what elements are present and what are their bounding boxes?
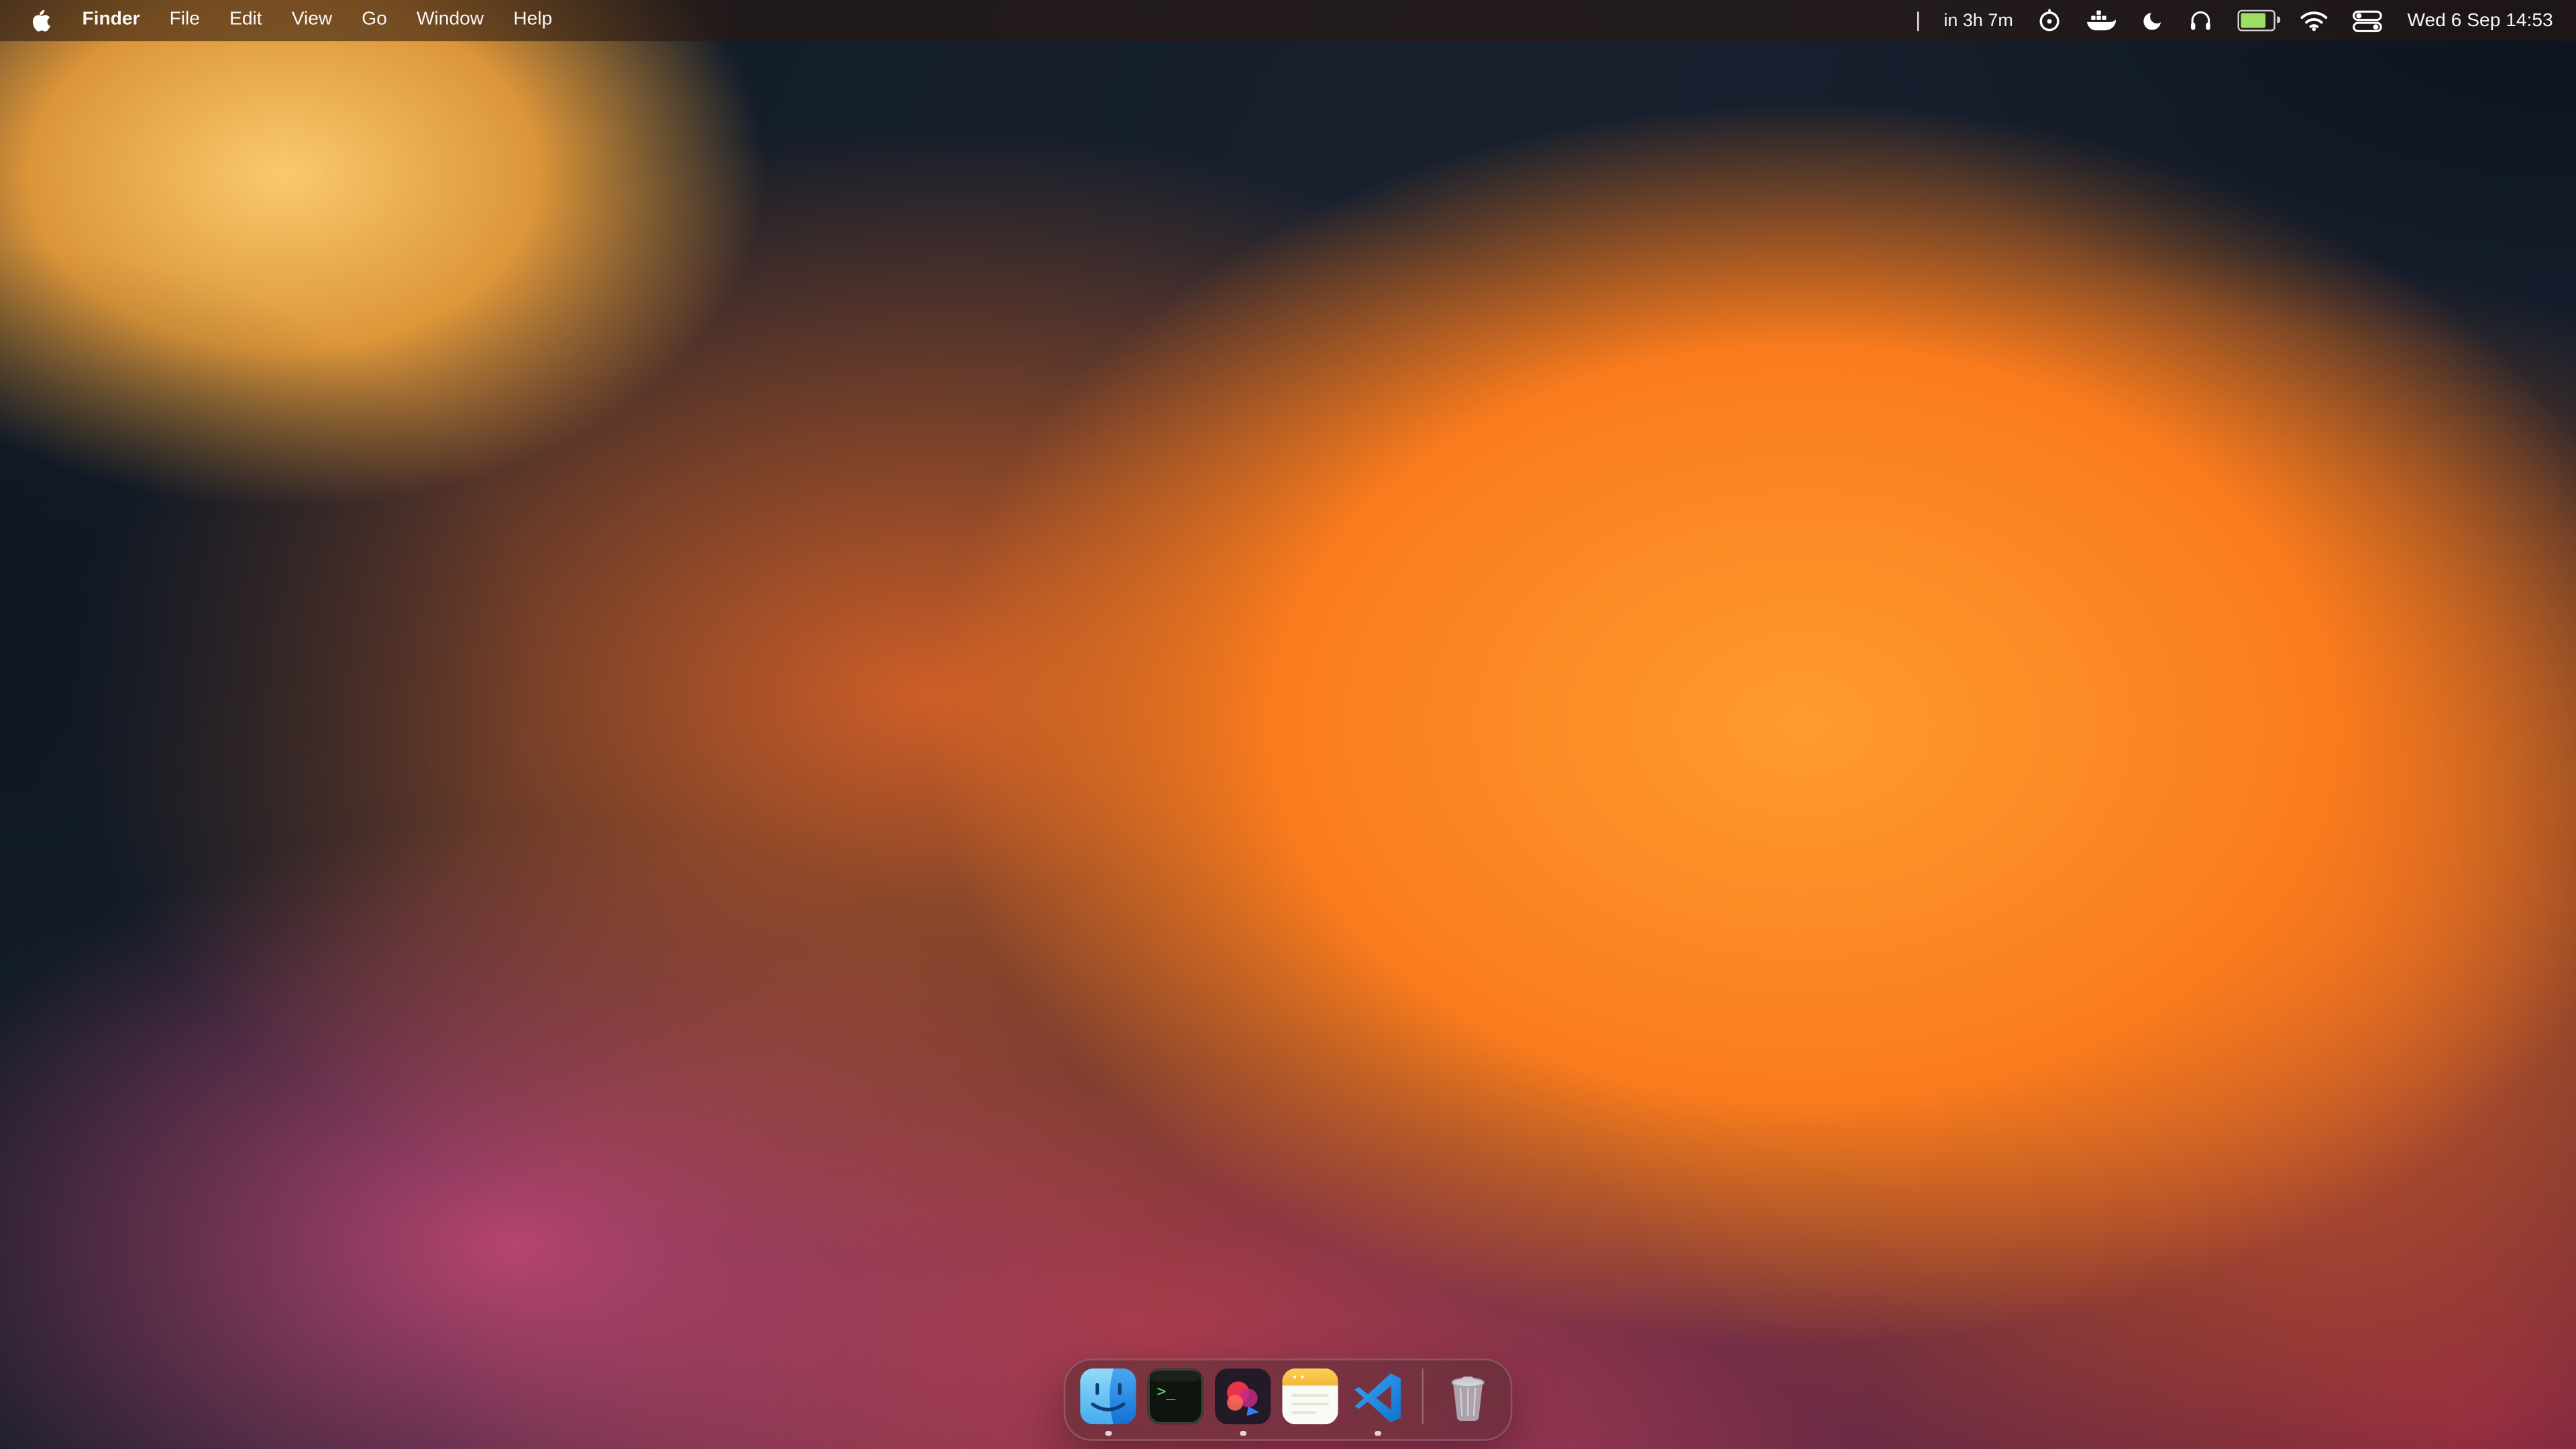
photos-icon <box>1215 1368 1271 1424</box>
menu-help[interactable]: Help <box>498 0 567 41</box>
apple-menu[interactable] <box>23 0 67 41</box>
notes-icon <box>1282 1368 1338 1424</box>
desktop-wallpaper <box>0 0 2576 1449</box>
timer-bar-icon[interactable] <box>1917 0 1919 41</box>
menu-bar-status: in 3h 7m <box>1917 0 2553 41</box>
battery-icon[interactable] <box>2238 0 2275 41</box>
menu-bar: Finder File Edit View Go Window Help in … <box>0 0 2576 41</box>
docker-whale-icon[interactable] <box>2087 0 2116 41</box>
dock-item-notes[interactable] <box>1282 1368 1338 1424</box>
dock-item-vscode[interactable] <box>1350 1368 1405 1424</box>
finder-icon <box>1080 1368 1136 1424</box>
desktop: Finder File Edit View Go Window Help in … <box>0 0 2576 1449</box>
running-indicator <box>1375 1430 1381 1436</box>
dock-item-trash[interactable] <box>1440 1368 1496 1424</box>
control-center-icon[interactable] <box>2353 0 2383 41</box>
apple-logo-icon <box>30 7 51 34</box>
dock-item-finder[interactable] <box>1080 1368 1136 1424</box>
running-indicator <box>1106 1430 1112 1436</box>
menu-bar-clock[interactable]: Wed 6 Sep 14:53 <box>2408 0 2553 41</box>
headphones-icon[interactable] <box>2189 0 2214 41</box>
menu-go[interactable]: Go <box>347 0 402 41</box>
menu-view[interactable]: View <box>277 0 347 41</box>
gauge-icon[interactable] <box>2038 0 2063 41</box>
menu-app-name[interactable]: Finder <box>67 0 154 41</box>
dock-item-terminal[interactable]: >_ <box>1148 1368 1203 1424</box>
dock-separator <box>1422 1368 1424 1424</box>
trash-icon <box>1440 1368 1496 1424</box>
menu-window[interactable]: Window <box>402 0 498 41</box>
menu-bar-left: Finder File Edit View Go Window Help <box>23 0 567 41</box>
wifi-icon[interactable] <box>2300 0 2328 41</box>
dock-item-photos[interactable] <box>1215 1368 1271 1424</box>
moon-icon[interactable] <box>2141 0 2164 41</box>
svg-text:>_: >_ <box>1157 1383 1175 1401</box>
dock: >_ <box>1064 1358 1513 1440</box>
running-indicator <box>1240 1430 1246 1436</box>
menu-edit[interactable]: Edit <box>215 0 277 41</box>
timer-countdown[interactable]: in 3h 7m <box>1943 0 2012 41</box>
terminal-icon: >_ <box>1148 1368 1203 1424</box>
wallpaper-vignette <box>0 0 2576 1449</box>
vscode-icon <box>1350 1368 1405 1424</box>
menu-file[interactable]: File <box>155 0 215 41</box>
